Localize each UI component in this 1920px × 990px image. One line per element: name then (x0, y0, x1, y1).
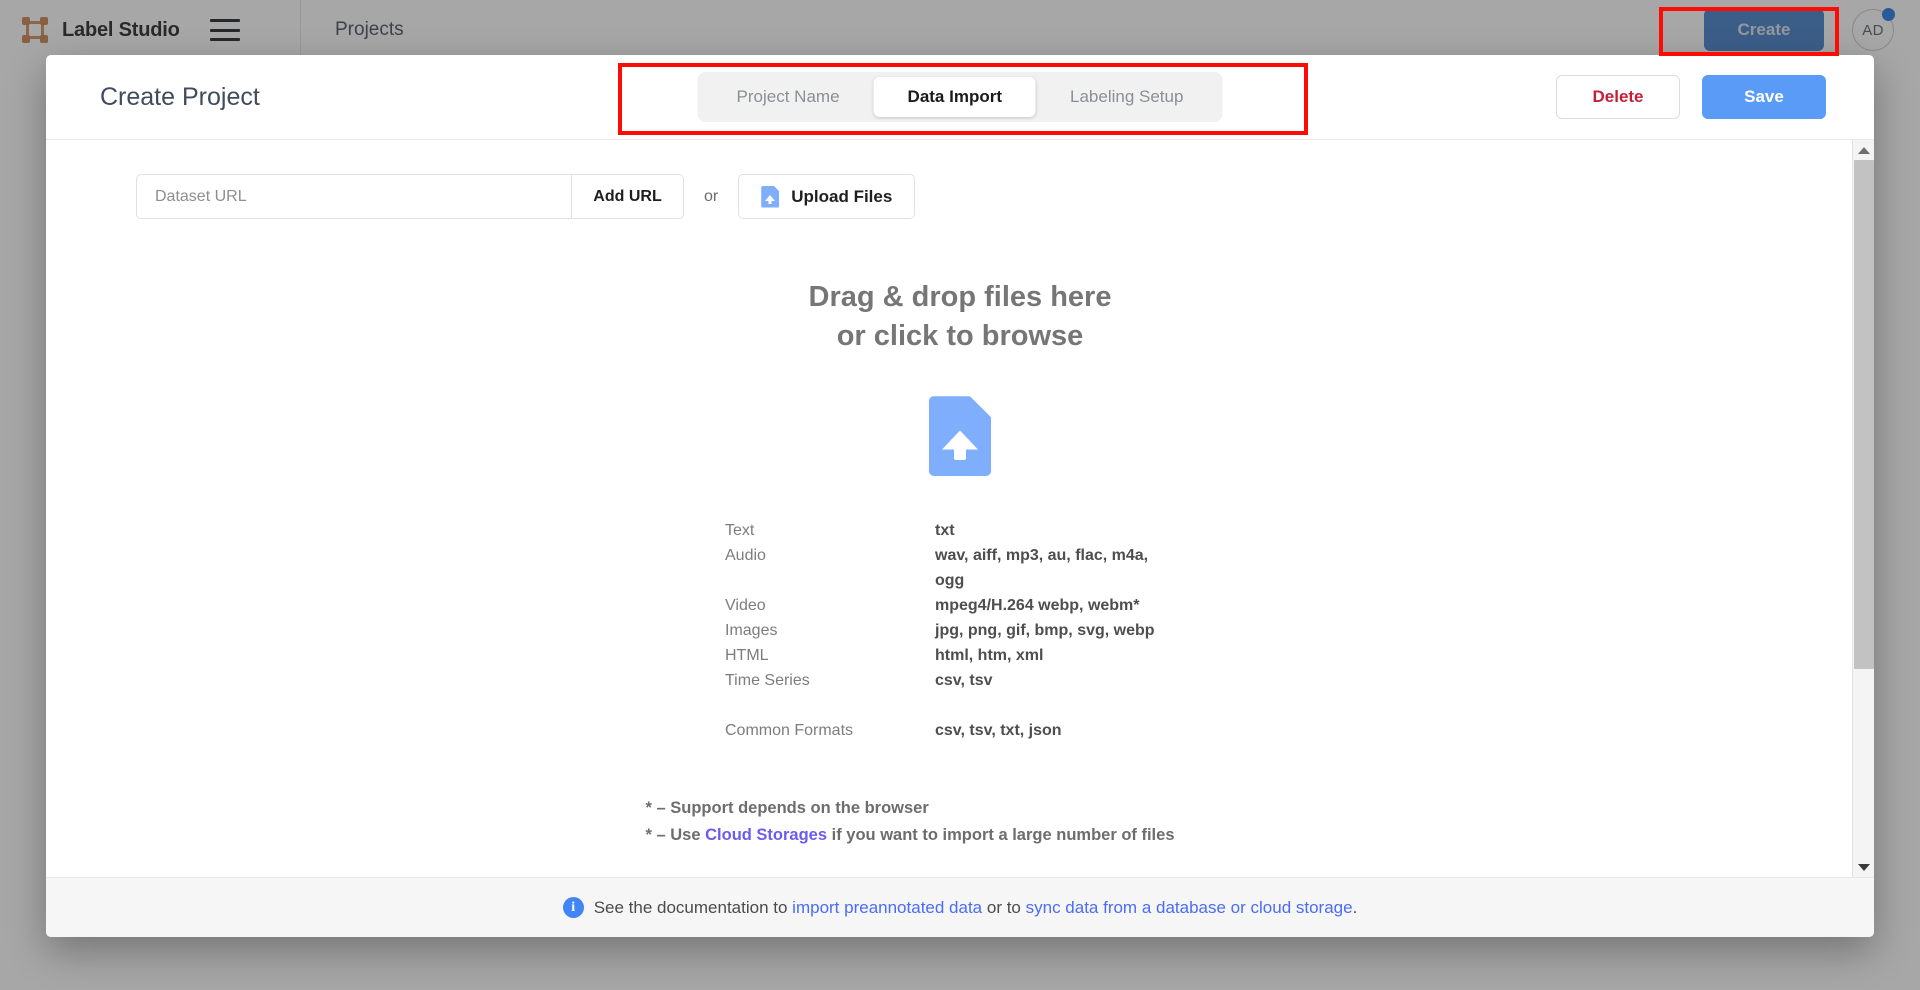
page-title: Create Project (100, 82, 260, 111)
tab-labeling-setup[interactable]: Labeling Setup (1036, 77, 1217, 117)
format-row: Text txt (725, 518, 1155, 543)
common-formats-label: Common Formats (725, 722, 854, 740)
common-formats-value: csv, tsv, txt, json (935, 722, 1062, 740)
footnote-prefix: * – Use (645, 826, 706, 844)
footer-text-post: . (1352, 897, 1358, 917)
format-value: html, htm, xml (935, 647, 1044, 665)
format-value: mpeg4/H.264 webp, webm* (935, 597, 1140, 615)
format-label: Text (725, 522, 755, 540)
tab-data-import[interactable]: Data Import (873, 77, 1037, 117)
common-formats-row: Common Formats csv, tsv, txt, json (725, 718, 1155, 743)
scrollbar-track[interactable] (1853, 160, 1875, 857)
import-preannotated-data-link[interactable]: import preannotated data (792, 898, 982, 917)
vertical-scrollbar[interactable] (1852, 140, 1874, 877)
format-row: Time Series csv, tsv (725, 668, 1155, 693)
dataset-url-input[interactable] (137, 175, 571, 218)
format-row: Images jpg, png, gif, bmp, svg, webp (725, 618, 1155, 643)
cloud-storages-link[interactable]: Cloud Storages (705, 826, 827, 844)
footer-text-pre: See the documentation to (593, 897, 793, 917)
app-root: Label Studio Projects Create AD Create P… (0, 0, 1920, 990)
save-button[interactable]: Save (1702, 75, 1826, 119)
file-upload-large-icon (929, 396, 991, 477)
tab-project-name[interactable]: Project Name (703, 77, 874, 117)
format-label: HTML (725, 647, 769, 665)
upload-files-label: Upload Files (791, 186, 893, 206)
modal-footer: i See the documentation to import preann… (46, 877, 1874, 937)
scroll-up-arrow-icon[interactable] (1853, 140, 1875, 160)
footnotes: * – Support depends on the browser * – U… (645, 795, 1174, 848)
format-label: Images (725, 622, 778, 640)
dataset-url-row: Add URL or Upload Files (46, 140, 1874, 219)
dropzone-line-2: or click to browse (836, 320, 1084, 353)
footnote-browser-support: * – Support depends on the browser (645, 799, 929, 818)
format-value: wav, aiff, mp3, au, flac, m4a, ogg (935, 547, 1149, 590)
info-icon: i (562, 897, 584, 918)
file-upload-icon (761, 185, 780, 208)
footnote-cloud-storages: * – Use Cloud Storages if you want to im… (645, 822, 1174, 849)
supported-formats-table: Text txt Audio wav, aiff, mp3, au, flac,… (725, 518, 1155, 743)
format-label: Video (725, 597, 766, 615)
or-label: or (704, 187, 719, 205)
upload-files-button[interactable]: Upload Files (738, 174, 916, 219)
format-row: Video mpeg4/H.264 webp, webm* (725, 593, 1155, 618)
format-value: csv, tsv (935, 672, 993, 690)
modal-header-actions: Delete Save (1556, 75, 1826, 119)
footer-text-mid: or to (982, 897, 1026, 917)
tab-switcher: Project Name Data Import Labeling Setup (697, 72, 1223, 122)
create-project-modal: Create Project Project Name Data Import … (46, 55, 1874, 937)
footnote-suffix: if you want to import a large number of … (827, 826, 1175, 844)
format-label: Time Series (725, 672, 810, 690)
delete-button[interactable]: Delete (1556, 75, 1680, 119)
file-dropzone[interactable]: Drag & drop files here or click to brows… (46, 250, 1874, 877)
add-url-button[interactable]: Add URL (571, 175, 683, 218)
dataset-url-group: Add URL (136, 174, 684, 219)
format-row: HTML html, htm, xml (725, 643, 1155, 668)
dropzone-headline: Drag & drop files here or click to brows… (809, 278, 1112, 356)
modal-body: Add URL or Upload Files Drag & drop file… (46, 140, 1874, 877)
scrollbar-thumb[interactable] (1853, 160, 1874, 669)
documentation-text: See the documentation to import preannot… (594, 898, 1358, 918)
scroll-down-arrow-icon[interactable] (1853, 857, 1875, 877)
modal-header: Create Project Project Name Data Import … (46, 55, 1874, 140)
sync-data-link[interactable]: sync data from a database or cloud stora… (1026, 898, 1353, 917)
dropzone-line-1: Drag & drop files here (808, 281, 1112, 313)
format-row: Audio wav, aiff, mp3, au, flac, m4a, ogg (725, 543, 1155, 593)
format-value: txt (935, 522, 955, 540)
format-label: Audio (725, 547, 766, 565)
format-value: jpg, png, gif, bmp, svg, webp (935, 622, 1155, 640)
